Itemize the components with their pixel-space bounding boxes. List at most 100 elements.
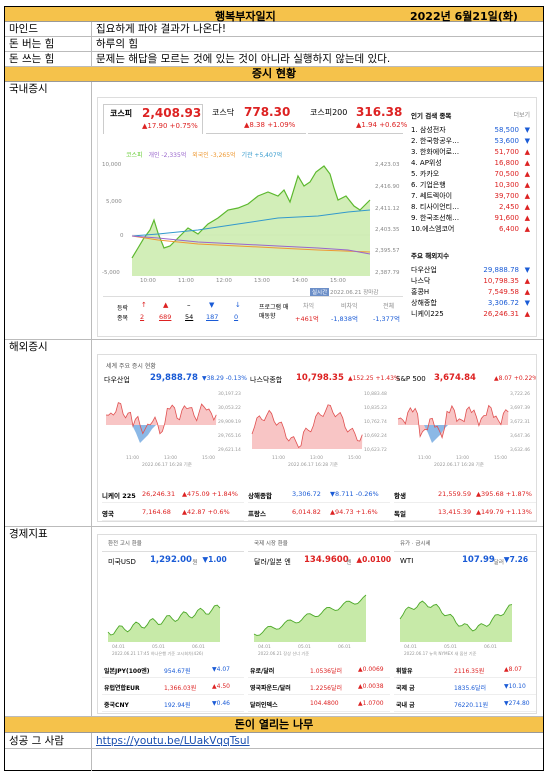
stats-block: 등락 종목 ↑ ▲ – ▼ ↓ 2 689 54 187 0 프로그램 매매동향… [103, 296, 403, 332]
index-row[interactable]: 프랑스 6,014.82 ▲94.73 +1.6% [248, 507, 390, 521]
x-tick: 11:00 [126, 455, 139, 461]
index-value: 13,415.39 [438, 508, 472, 516]
rate-name: 휘발유 [396, 668, 413, 675]
y-right-tick: 2,387.79 [375, 270, 400, 276]
rate-row[interactable]: 유로/달러 1.0536달러 ▲0.0069 [248, 664, 390, 678]
trade-head: 차익 [303, 303, 315, 310]
rank-row[interactable]: 10.에스엠코어 6,400 ▲ [408, 223, 533, 234]
row-value[interactable]: 문제는 해답을 모르는 것에 있는 것이 아니라 실행하지 않는데 있다. [93, 52, 543, 66]
rate-change: ▼0.46 [212, 700, 230, 707]
x-tick: 15:00 [330, 278, 346, 284]
x-tick: 05.01 [298, 644, 311, 650]
tab-kospi[interactable]: 코스피 2,408.93 ▲17.90 +0.75% [103, 104, 203, 134]
rate-name: 영국파운드/달러 [250, 685, 291, 692]
row-label: 돈 쓰는 힘 [5, 52, 92, 66]
mind-row: 마인드 집요하게 파야 결과가 나온다! [5, 22, 543, 37]
index-row[interactable]: 항생 21,559.59 ▲395.68 +1.87% [394, 489, 536, 503]
success-link[interactable]: https://youtu.be/LUakVqqTsuI [93, 733, 543, 749]
row-value[interactable]: 집요하게 파야 결과가 나온다! [93, 22, 543, 36]
blank-row [5, 749, 543, 771]
index-change: ▲149.79 +1.13% [476, 508, 532, 516]
stat-flat[interactable]: 54 [185, 313, 193, 321]
y-tick: 10,762.74 [364, 419, 387, 425]
market-card[interactable]: S&P 500 3,674.84 ▲8.07 +0.22% 3,722.26 3,697… [394, 371, 536, 479]
y-left-tick: 5,000 [106, 199, 122, 205]
world-row[interactable]: 홍콩H 7,549.58 ▲ [408, 286, 533, 297]
econ-panel: 환전 고시 환율 미국USD 1,292.00 원 ▼1.00 04.01 05.01 06.… [97, 534, 537, 714]
rate-change: ▲0.0069 [358, 666, 384, 673]
y-tick: 10,835.23 [364, 405, 387, 411]
world-indices: 주요 해외지수 다우산업 29,888.78 ▼ 나스닥 10,798.35 ▲ 홍콩H 7,… [408, 250, 533, 330]
x-tick: 06.01 [484, 644, 497, 650]
rank-more-link[interactable]: 더보기 [513, 110, 530, 122]
stat-up[interactable]: 689 [159, 313, 171, 321]
stats-label: 등락 [117, 305, 129, 312]
rank-row[interactable]: 2. 한국항공우… 53,600 ▼ [408, 135, 533, 146]
index-change: ▲475.09 +1.84% [182, 490, 238, 498]
rank-row[interactable]: 1. 삼성전자 58,500 ▼ [408, 124, 533, 135]
up-arrow-icon: ▲ [524, 310, 530, 318]
index-value: 3,306.72 [292, 490, 321, 498]
rank-row[interactable]: 6. 기업은행 10,300 ▲ [408, 179, 533, 190]
tab-kosdaq[interactable]: 코스닥 778.30 ▲8.38 +1.09% [206, 104, 306, 134]
index-name: 독일 [394, 510, 406, 518]
world-row[interactable]: 니케이225 26,246.31 ▲ [408, 308, 533, 319]
econ-card[interactable]: 달러/일본 엔 134.9600 엔 ▲0.0100 04.01 05.01 06.01 20… [248, 551, 391, 657]
world-row[interactable]: 다우산업 29,888.78 ▼ [408, 264, 533, 275]
rank-row[interactable]: 4. AP위성 16,800 ▲ [408, 157, 533, 168]
econ-card[interactable]: 미국USD 1,292.00 원 ▼1.00 04.01 05.01 06.01 2022.0… [102, 551, 244, 657]
world-value: 26,246.31 [483, 310, 519, 318]
market-card[interactable]: 나스닥종합 10,798.35 ▲152.25 +1.43% 10,883.48 10,… [248, 371, 400, 479]
rate-row[interactable]: 일본JPY(100엔) 954.67원 ▼4.07 [102, 664, 244, 678]
rate-row[interactable]: 영국파운드/달러 1.2256달러 ▲0.0038 [248, 681, 390, 695]
rate-value: 76220.11원 [454, 702, 489, 709]
rank-row[interactable]: 5. 카카오 70,500 ▲ [408, 168, 533, 179]
rank-row[interactable]: 3. 한화에어로… 51,700 ▲ [408, 146, 533, 157]
x-tick: 04.01 [404, 644, 417, 650]
chart-stamp: 2022.06.17 뉴욕 NYMEX 새 옵션 기준 [404, 650, 477, 656]
index-row[interactable]: 독일 13,415.39 ▲149.79 +1.13% [394, 507, 536, 521]
index-row[interactable]: 니케이 225 26,246.31 ▲475.09 +1.84% [102, 489, 244, 503]
rate-row[interactable]: 중국CNY 192.94원 ▼0.46 [102, 698, 244, 712]
stat-down[interactable]: 187 [206, 313, 218, 321]
market-change: ▲152.25 +1.43% [348, 375, 400, 382]
rate-row[interactable]: 달러인덱스 104.4800 ▲1.0700 [248, 698, 390, 712]
world-row[interactable]: 나스닥 10,798.35 ▲ [408, 275, 533, 286]
y-right-tick: 2,403.35 [375, 227, 400, 233]
rate-row[interactable]: 유럽연합EUR 1,366.03원 ▲4.50 [102, 681, 244, 695]
rank-row[interactable]: 7. 쎄트렉아이 39,700 ▲ [408, 190, 533, 201]
rank-row[interactable]: 8. 티사이언티… 2,450 ▲ [408, 201, 533, 212]
y-left-tick: -5,000 [102, 270, 120, 276]
x-tick: 10:00 [140, 278, 156, 284]
index-name: 프랑스 [248, 510, 266, 518]
stat-limit-up[interactable]: 2 [140, 313, 144, 321]
market-card[interactable]: 다우산업 29,888.78 ▼38.29 -0.13% 30,197.23 30,05… [102, 371, 247, 479]
x-tick: 04.01 [258, 644, 271, 650]
y-tick: 10,623.72 [364, 447, 387, 453]
rate-value: 2116.35원 [454, 668, 485, 675]
tab-change: ▲17.90 +0.75% [142, 122, 198, 130]
index-row[interactable]: 영국 7,164.68 ▲42.87 +0.6% [102, 507, 244, 521]
world-row[interactable]: 상해종합 3,306.72 ▼ [408, 297, 533, 308]
rate-value: 954.67원 [164, 668, 191, 675]
tab-kospi200[interactable]: 코스피200 316.38 ▲1.94 +0.62% [308, 104, 407, 134]
x-tick: 05.01 [152, 644, 165, 650]
market-section-header: 증시 현황 [5, 67, 543, 82]
kospi-chart: 10,000 5,000 0 -5,000 2,423.03 2,416.90 … [102, 162, 400, 284]
rate-row[interactable]: 국제 금 1835.6달러 ▼10.10 [394, 681, 536, 695]
econ-card[interactable]: WTI 107.99 달러 ▼7.26 04.01 05.01 06.01 2022.06.1… [394, 551, 536, 657]
stat-limit-down[interactable]: 0 [234, 313, 238, 321]
tab-label: 코스닥 [212, 108, 235, 117]
index-name: 영국 [102, 510, 114, 518]
x-tick: 13:00 [164, 455, 177, 461]
market-value: 10,798.35 [296, 373, 344, 383]
rate-row[interactable]: 휘발유 2116.35원 ▲8.07 [394, 664, 536, 678]
rate-row[interactable]: 국내 금 76220.11원 ▼274.80 [394, 698, 536, 712]
row-value[interactable]: 하루의 힘 [93, 37, 543, 51]
sparkline-area [106, 402, 217, 434]
chart-stamp: 2022.06.17 16:28 기준 [142, 461, 192, 468]
index-row[interactable]: 상해종합 3,306.72 ▼8.711 -0.26% [248, 489, 390, 503]
rank-row[interactable]: 9. 한국조선해… 91,600 ▲ [408, 212, 533, 223]
econ-sparkline: 04.01 05.01 06.01 2022.06.21 장상 신너 기준 [253, 594, 367, 656]
rate-name: 국내 금 [396, 702, 415, 709]
